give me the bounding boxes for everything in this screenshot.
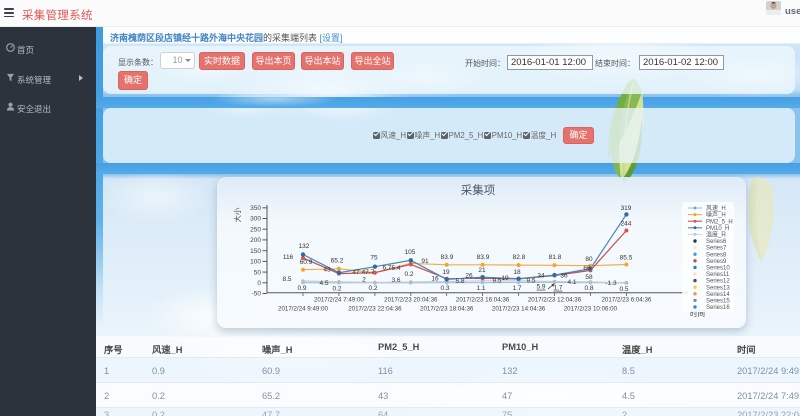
svg-text:5.8: 5.8 bbox=[455, 278, 464, 285]
svg-text:8.5: 8.5 bbox=[282, 276, 291, 283]
svg-text:75: 75 bbox=[370, 255, 378, 262]
svg-text:300: 300 bbox=[250, 216, 261, 223]
svg-text:4.5: 4.5 bbox=[319, 280, 328, 287]
svg-text:34: 34 bbox=[537, 273, 545, 280]
svg-text:47.7: 47.7 bbox=[362, 269, 375, 276]
svg-text:26: 26 bbox=[465, 273, 473, 280]
svg-text:2017/2/23 18:04:36: 2017/2/23 18:04:36 bbox=[420, 306, 474, 313]
svg-text:大小: 大小 bbox=[232, 207, 242, 222]
svg-text:4.1: 4.1 bbox=[567, 279, 576, 286]
svg-text:PM10_H: PM10_H bbox=[706, 226, 729, 232]
svg-text:-1.3: -1.3 bbox=[605, 280, 617, 287]
svg-text:2017/2/23 22:04:36: 2017/2/23 22:04:36 bbox=[348, 306, 402, 313]
svg-text:200: 200 bbox=[250, 237, 261, 244]
svg-text:0.2: 0.2 bbox=[368, 285, 377, 292]
svg-text:80: 80 bbox=[585, 256, 593, 263]
svg-text:2017/2/24 7:49:00: 2017/2/24 7:49:00 bbox=[314, 297, 364, 304]
svg-text:2017/2/23 20:04:36: 2017/2/23 20:04:36 bbox=[384, 297, 438, 304]
svg-text:250: 250 bbox=[250, 226, 261, 233]
svg-text:81.8: 81.8 bbox=[549, 254, 562, 261]
svg-text:47: 47 bbox=[352, 269, 360, 276]
svg-text:66: 66 bbox=[583, 265, 591, 272]
svg-text:132: 132 bbox=[299, 243, 310, 250]
svg-text:50: 50 bbox=[254, 269, 262, 276]
svg-text:0.2: 0.2 bbox=[332, 286, 341, 293]
svg-text:100: 100 bbox=[250, 259, 261, 266]
svg-text:43: 43 bbox=[323, 267, 331, 274]
svg-text:Series7: Series7 bbox=[706, 246, 727, 252]
svg-text:Series8: Series8 bbox=[706, 252, 727, 258]
svg-text:19: 19 bbox=[501, 275, 509, 282]
svg-text:82.8: 82.8 bbox=[513, 254, 526, 261]
svg-text:0.3: 0.3 bbox=[440, 285, 449, 292]
svg-text:0.8: 0.8 bbox=[584, 285, 593, 292]
svg-text:5.4: 5.4 bbox=[391, 265, 400, 272]
svg-text:3.6: 3.6 bbox=[391, 277, 400, 284]
svg-text:噪声_H: 噪声_H bbox=[706, 211, 726, 219]
svg-text:Series6: Series6 bbox=[706, 239, 727, 245]
svg-text:-50: -50 bbox=[252, 291, 262, 298]
svg-text:9.5: 9.5 bbox=[526, 278, 535, 285]
svg-text:116: 116 bbox=[283, 254, 294, 261]
svg-text:Series12: Series12 bbox=[706, 279, 730, 285]
svg-text:0: 0 bbox=[257, 280, 261, 287]
svg-text:91: 91 bbox=[421, 258, 429, 265]
svg-text:Series16: Series16 bbox=[706, 305, 730, 311]
svg-text:2017/2/24 9:49:00: 2017/2/24 9:49:00 bbox=[278, 306, 328, 313]
svg-text:244: 244 bbox=[621, 221, 632, 228]
svg-text:5.9: 5.9 bbox=[536, 284, 545, 291]
svg-text:105: 105 bbox=[405, 249, 416, 256]
svg-text:Series14: Series14 bbox=[706, 292, 730, 298]
svg-text:16: 16 bbox=[431, 276, 439, 283]
svg-text:150: 150 bbox=[250, 248, 261, 255]
svg-text:2017/2/23 6:04:36: 2017/2/23 6:04:36 bbox=[601, 297, 651, 304]
svg-text:Series10: Series10 bbox=[706, 265, 730, 271]
svg-text:1.7: 1.7 bbox=[553, 285, 562, 292]
svg-text:温度_H: 温度_H bbox=[706, 230, 726, 238]
svg-text:319: 319 bbox=[621, 205, 632, 212]
svg-text:6.7: 6.7 bbox=[382, 265, 391, 272]
svg-text:21: 21 bbox=[478, 267, 486, 274]
svg-text:0.5: 0.5 bbox=[619, 286, 628, 293]
svg-text:0.9: 0.9 bbox=[297, 285, 306, 292]
svg-text:18: 18 bbox=[513, 269, 521, 276]
svg-text:1.1: 1.1 bbox=[476, 285, 485, 292]
svg-text:2017/2/23 14:04:36: 2017/2/23 14:04:36 bbox=[492, 306, 546, 313]
svg-text:83.9: 83.9 bbox=[441, 254, 454, 261]
svg-text:Series11: Series11 bbox=[706, 272, 730, 278]
svg-text:65.2: 65.2 bbox=[331, 258, 344, 265]
svg-text:风速_H: 风速_H bbox=[706, 205, 726, 212]
svg-text:PM2_5_H: PM2_5_H bbox=[706, 219, 733, 225]
svg-text:2: 2 bbox=[362, 277, 366, 284]
svg-text:2017/2/23 10:06:00: 2017/2/23 10:06:00 bbox=[564, 306, 618, 313]
svg-text:350: 350 bbox=[250, 205, 261, 212]
svg-text:0.2: 0.2 bbox=[404, 271, 413, 278]
svg-text:1.7: 1.7 bbox=[512, 285, 521, 292]
svg-text:19: 19 bbox=[442, 269, 450, 276]
svg-text:2017/2/23 16:04:36: 2017/2/23 16:04:36 bbox=[456, 297, 510, 304]
svg-text:Series9: Series9 bbox=[706, 259, 727, 265]
svg-text:60.9: 60.9 bbox=[300, 259, 313, 266]
svg-text:Series15: Series15 bbox=[706, 298, 730, 304]
svg-text:58: 58 bbox=[585, 274, 593, 281]
svg-text:2017/2/23 12:04:36: 2017/2/23 12:04:36 bbox=[528, 297, 582, 304]
svg-text:85.5: 85.5 bbox=[620, 255, 633, 262]
svg-text:83.9: 83.9 bbox=[477, 254, 490, 261]
svg-text:Series13: Series13 bbox=[706, 285, 730, 291]
